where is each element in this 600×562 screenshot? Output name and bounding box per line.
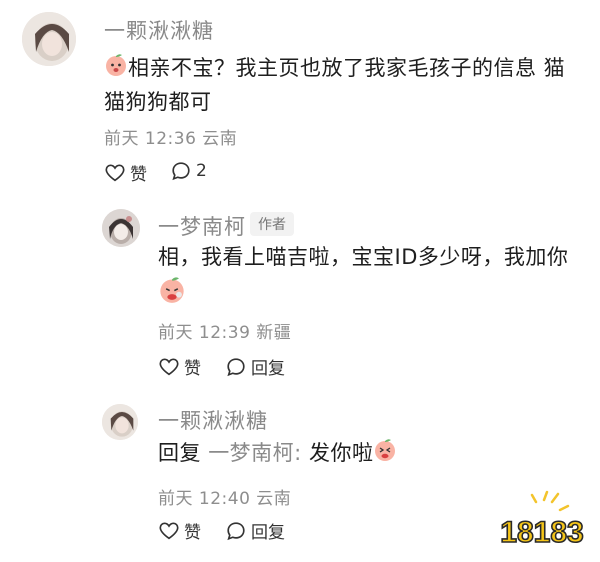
reply1-meta: 前天 12:39 新疆 [158, 323, 292, 343]
heart-outline-icon [104, 162, 126, 184]
reply2-mention-link[interactable]: 一梦南柯: [208, 441, 302, 465]
heart-outline-icon [158, 520, 180, 542]
avatar-image [102, 209, 140, 247]
peach-face-emoji-icon [373, 438, 397, 471]
reply-label: 回复 [251, 359, 285, 379]
heart-outline-icon [158, 356, 180, 378]
reply1-text: 相，我看上喵吉啦，宝宝ID多少呀，我加你 [158, 241, 588, 273]
reply1-username[interactable]: 一梦南柯 [158, 211, 246, 241]
reply-count: 2 [196, 161, 207, 181]
like-label: 赞 [184, 523, 201, 543]
reply2-text-body: 发你啦 [308, 441, 374, 465]
comment1-meta: 前天 12:36 云南 [104, 129, 238, 149]
avatar-reply1[interactable] [102, 209, 140, 247]
comment1-text-line1: 相亲不宝？我主页也放了我家毛孩子的信息 猫 [128, 56, 566, 80]
avatar-reply2[interactable] [102, 404, 138, 440]
comment1-reply-count-button[interactable]: 2 [170, 160, 207, 182]
reply2-reply-button[interactable]: 回复 [225, 518, 285, 543]
reply1-like-button[interactable]: 赞 [158, 354, 201, 379]
reply2-username[interactable]: 一颗湫湫糖 [158, 405, 268, 435]
speech-bubble-icon [170, 160, 192, 182]
avatar-image [102, 404, 138, 440]
site-watermark-logo: 18183 [492, 490, 592, 552]
watermark-text: 18183 [500, 516, 583, 549]
peach-face-emoji-icon [104, 53, 128, 86]
like-label: 赞 [130, 165, 147, 185]
author-badge: 作者 [250, 212, 294, 236]
avatar-comment1[interactable] [22, 12, 76, 66]
reply-label: 回复 [251, 523, 285, 543]
speech-bubble-icon [225, 520, 247, 542]
comment1-username[interactable]: 一颗湫湫糖 [104, 15, 214, 45]
comment1-text: 相亲不宝？我主页也放了我家毛孩子的信息 猫 猫狗狗都可 [104, 52, 584, 118]
speech-bubble-icon [225, 356, 247, 378]
reply1-text-content: 相，我看上喵吉啦，宝宝ID多少呀，我加你 [158, 245, 569, 269]
comment1-text-line2: 猫狗狗都可 [104, 89, 212, 114]
reply2-meta: 前天 12:40 云南 [158, 489, 292, 509]
reply2-like-button[interactable]: 赞 [158, 518, 201, 543]
like-label: 赞 [184, 359, 201, 379]
reply1-reply-button[interactable]: 回复 [225, 354, 285, 379]
reply2-text: 回复 一梦南柯: 发你啦 [158, 437, 588, 471]
peach-face-emoji-icon [158, 276, 186, 308]
comment1-like-button[interactable]: 赞 [104, 160, 147, 185]
avatar-image [22, 12, 76, 66]
reply2-prefix: 回复 [158, 441, 201, 465]
